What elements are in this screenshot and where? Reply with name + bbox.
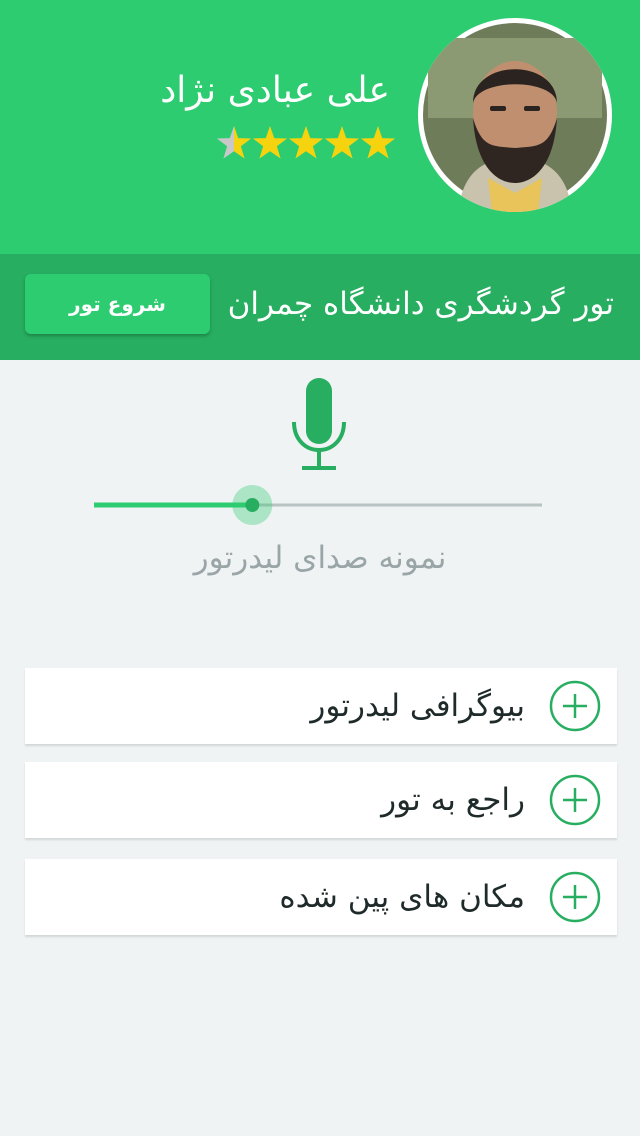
section-about-tour[interactable]: راجع به تور [25,762,617,838]
avatar[interactable] [418,18,612,212]
plus-circle-icon[interactable] [549,871,601,923]
plus-circle-icon[interactable] [549,774,601,826]
section-label: راجع به تور [381,782,525,818]
microphone-icon[interactable] [290,378,348,472]
rating-stars [216,126,396,159]
star-icon [288,126,324,159]
star-icon [324,126,360,159]
star-icon [216,126,252,159]
tour-bar: تور گردشگری دانشگاه چمران شروع تور [0,254,640,360]
user-photo-icon [423,23,607,212]
star-icon [252,126,288,159]
slider-thumb [245,498,260,512]
voice-sample-label: نمونه صدای لیدرتور [193,540,447,576]
leader-name: علی عبادی نژاد [160,70,390,111]
voice-sample-slider[interactable] [94,484,542,526]
start-tour-button[interactable]: شروع تور [25,274,210,334]
section-label: بیوگرافی لیدرتور [310,688,525,724]
profile-header: علی عبادی نژاد [0,0,640,254]
section-label: مکان های پین شده [279,879,525,915]
star-icon [360,126,396,159]
tour-title: تور گردشگری دانشگاه چمران [227,286,614,322]
plus-circle-icon[interactable] [549,680,601,732]
section-biography[interactable]: بیوگرافی لیدرتور [25,668,617,744]
section-pinned-places[interactable]: مکان های پین شده [25,859,617,935]
